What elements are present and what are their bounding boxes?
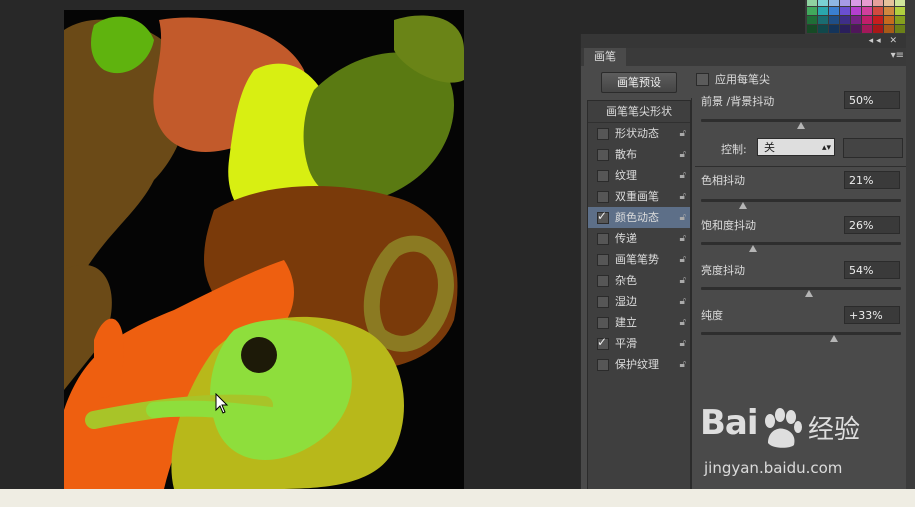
- brightness-jitter-value[interactable]: 54%: [844, 261, 900, 279]
- setting-checkbox[interactable]: [597, 275, 609, 287]
- swatch-grid[interactable]: [805, 0, 915, 36]
- lock-icon[interactable]: 🔓︎: [680, 123, 686, 144]
- control-extra-field: [843, 138, 903, 158]
- apply-per-tip-label: 应用每笔尖: [715, 73, 770, 86]
- brush-setting-item[interactable]: 杂色 🔓︎: [588, 270, 690, 291]
- paw-logo-icon: [765, 408, 802, 448]
- lock-icon[interactable]: 🔓︎: [680, 165, 686, 186]
- lock-icon[interactable]: 🔓︎: [680, 312, 686, 333]
- lock-icon[interactable]: 🔓︎: [680, 270, 686, 291]
- brightness-jitter-slider[interactable]: [701, 287, 901, 297]
- lock-icon[interactable]: 🔓︎: [680, 291, 686, 312]
- brush-setting-item[interactable]: 画笔笔势 🔓︎: [588, 249, 690, 270]
- hue-jitter-slider[interactable]: [701, 199, 901, 209]
- brush-setting-item[interactable]: 双重画笔 🔓︎: [588, 186, 690, 207]
- slider-thumb[interactable]: [805, 290, 813, 297]
- setting-checkbox[interactable]: [597, 128, 609, 140]
- setting-label: 建立: [615, 316, 637, 329]
- checkmark-icon: ✓: [597, 335, 608, 349]
- panel-menu-icon[interactable]: ▾≡: [891, 50, 904, 61]
- brush-settings-list: 画笔笔尖形状 形状动态 🔓︎ 散布 🔓︎ 纹理 🔓︎ 双重画笔 🔓︎ ✓ 颜色动态 🔓︎ 传递 🔓︎ 画笔…: [587, 100, 691, 491]
- setting-checkbox[interactable]: [597, 191, 609, 203]
- setting-checkbox[interactable]: [597, 233, 609, 245]
- setting-label: 平滑: [615, 337, 637, 350]
- panel-tab-bar: 画笔 ▾≡: [581, 48, 906, 66]
- brightness-jitter-label: 亮度抖动: [701, 264, 745, 277]
- setting-checkbox[interactable]: [597, 149, 609, 161]
- purity-slider[interactable]: [701, 332, 901, 342]
- purity-value[interactable]: +33%: [844, 306, 900, 324]
- control-select[interactable]: 关 ▴▾: [757, 138, 835, 156]
- apply-per-tip-option[interactable]: 应用每笔尖: [696, 72, 770, 88]
- slider-thumb[interactable]: [830, 335, 838, 342]
- fg-bg-jitter-slider[interactable]: [701, 119, 901, 129]
- swatches-panel[interactable]: [805, 0, 915, 36]
- brush-presets-button[interactable]: 画笔预设: [601, 72, 677, 93]
- setting-label: 形状动态: [615, 127, 659, 140]
- slider-thumb[interactable]: [797, 122, 805, 129]
- brush-setting-item[interactable]: 纹理 🔓︎: [588, 165, 690, 186]
- lock-icon[interactable]: 🔓︎: [680, 249, 686, 270]
- updown-arrow-icon: ▴▾: [821, 143, 831, 153]
- panel-collapse-bar[interactable]: ◂◂ ✕: [581, 34, 906, 48]
- setting-label: 湿边: [615, 295, 637, 308]
- setting-label: 保护纹理: [615, 358, 659, 371]
- slider-thumb[interactable]: [749, 245, 757, 252]
- brush-tip-shape-item[interactable]: 画笔笔尖形状: [588, 101, 690, 123]
- document-canvas[interactable]: [64, 10, 464, 489]
- setting-label: 颜色动态: [615, 211, 659, 224]
- setting-label: 纹理: [615, 169, 637, 182]
- purity-label: 纯度: [701, 309, 723, 322]
- control-select-value: 关: [764, 141, 775, 154]
- brush-setting-item[interactable]: 湿边 🔓︎: [588, 291, 690, 312]
- lock-icon[interactable]: 🔓︎: [680, 228, 686, 249]
- saturation-jitter-label: 饱和度抖动: [701, 219, 756, 232]
- setting-checkbox[interactable]: [597, 170, 609, 182]
- lock-icon[interactable]: 🔓︎: [680, 144, 686, 165]
- brush-setting-item[interactable]: ✓ 颜色动态 🔓︎: [588, 207, 690, 228]
- brush-setting-item[interactable]: 传递 🔓︎: [588, 228, 690, 249]
- fg-bg-jitter-value[interactable]: 50%: [844, 91, 900, 109]
- setting-checkbox[interactable]: [597, 296, 609, 308]
- separator: [695, 166, 906, 167]
- setting-checkbox[interactable]: [597, 359, 609, 371]
- workspace: [0, 0, 580, 489]
- lock-icon[interactable]: 🔓︎: [680, 333, 686, 354]
- slider-thumb[interactable]: [739, 202, 747, 209]
- setting-label: 画笔笔势: [615, 253, 659, 266]
- setting-checkbox[interactable]: [597, 254, 609, 266]
- saturation-jitter-value[interactable]: 26%: [844, 216, 900, 234]
- lock-icon[interactable]: 🔓︎: [680, 186, 686, 207]
- setting-label: 杂色: [615, 274, 637, 287]
- saturation-jitter-slider[interactable]: [701, 242, 901, 252]
- hue-jitter-label: 色相抖动: [701, 174, 745, 187]
- arrow-cursor-icon: [215, 392, 229, 419]
- lock-icon[interactable]: 🔓︎: [680, 354, 686, 375]
- watermark-url: jingyan.baidu.com: [704, 459, 843, 477]
- brush-setting-item[interactable]: 建立 🔓︎: [588, 312, 690, 333]
- bottom-bar: [0, 489, 915, 507]
- brush-setting-item[interactable]: 散布 🔓︎: [588, 144, 690, 165]
- fg-bg-jitter-label: 前景 /背景抖动: [701, 95, 775, 108]
- baidu-jingyan-watermark: Bai 经验 jingyan.baidu.com: [700, 403, 868, 483]
- checkmark-icon: ✓: [597, 209, 608, 223]
- watermark-suffix: 经验: [808, 415, 861, 445]
- setting-checkbox[interactable]: [597, 317, 609, 329]
- side-dock-strip: [905, 36, 915, 489]
- lock-icon[interactable]: 🔓︎: [680, 207, 686, 228]
- hue-jitter-value[interactable]: 21%: [844, 171, 900, 189]
- watermark-brand: Bai: [700, 403, 759, 443]
- setting-label: 传递: [615, 232, 637, 245]
- brush-setting-item[interactable]: 形状动态 🔓︎: [588, 123, 690, 144]
- brush-setting-item[interactable]: ✓ 平滑 🔓︎: [588, 333, 690, 354]
- apply-per-tip-checkbox[interactable]: [696, 72, 709, 86]
- setting-label: 双重画笔: [615, 190, 659, 203]
- collapse-close-icons[interactable]: ◂◂ ✕: [869, 36, 900, 46]
- control-label: 控制:: [721, 143, 747, 156]
- painting: [64, 10, 464, 489]
- tab-brush[interactable]: 画笔: [584, 48, 626, 66]
- setting-label: 散布: [615, 148, 637, 161]
- brush-setting-item[interactable]: 保护纹理 🔓︎: [588, 354, 690, 375]
